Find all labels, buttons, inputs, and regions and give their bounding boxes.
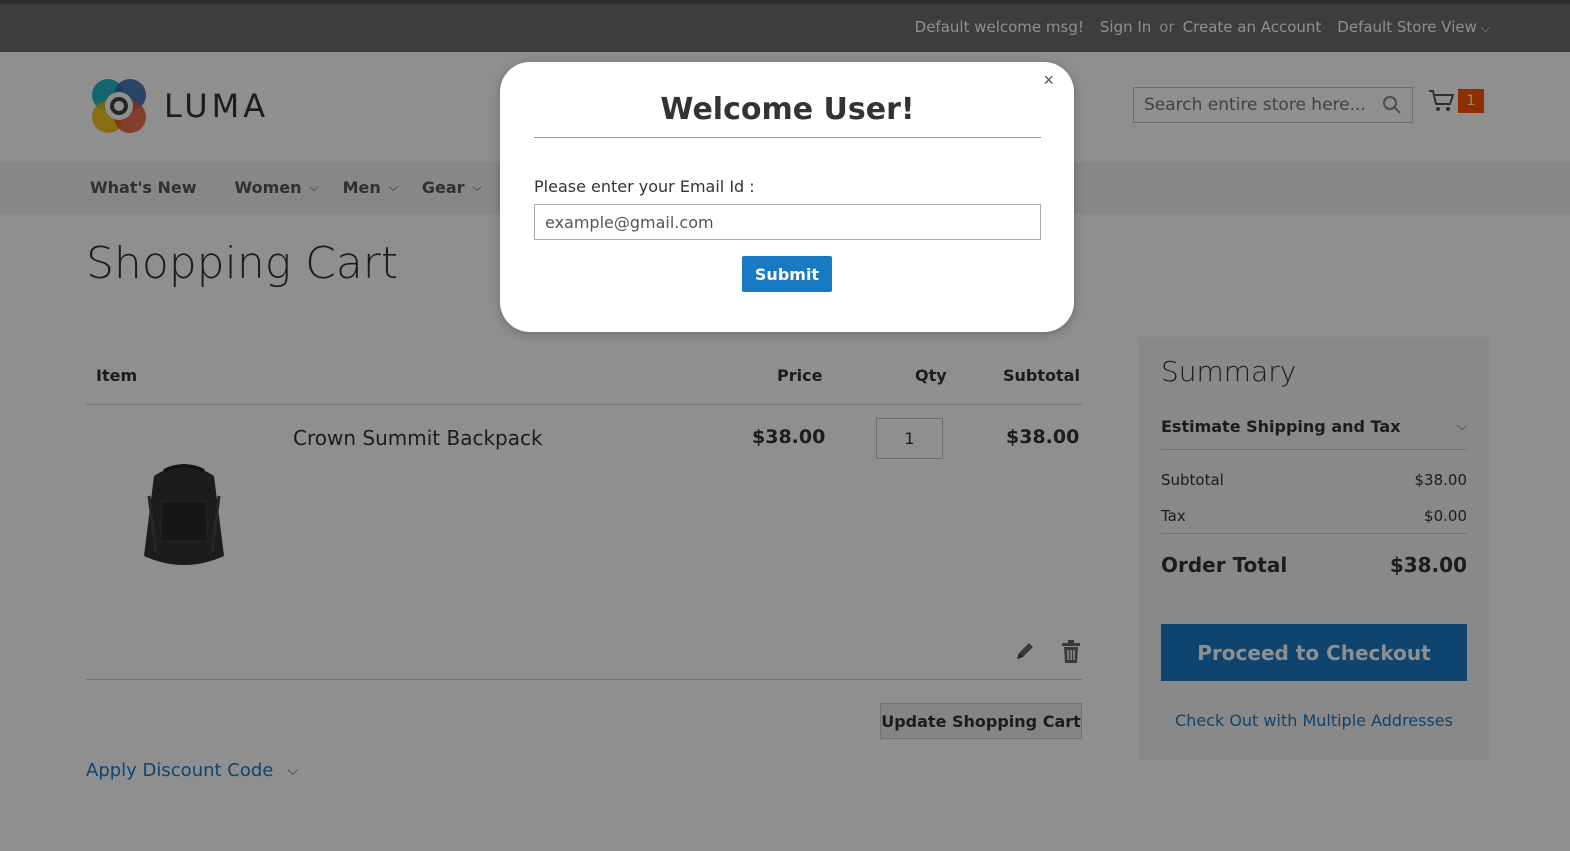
modal-title: Welcome User!: [534, 92, 1041, 138]
submit-button[interactable]: Submit: [742, 256, 832, 292]
email-label: Please enter your Email Id :: [534, 177, 755, 196]
close-icon[interactable]: ×: [1043, 70, 1054, 91]
welcome-modal: × Welcome User! Please enter your Email …: [500, 62, 1074, 332]
email-field[interactable]: [534, 204, 1041, 240]
